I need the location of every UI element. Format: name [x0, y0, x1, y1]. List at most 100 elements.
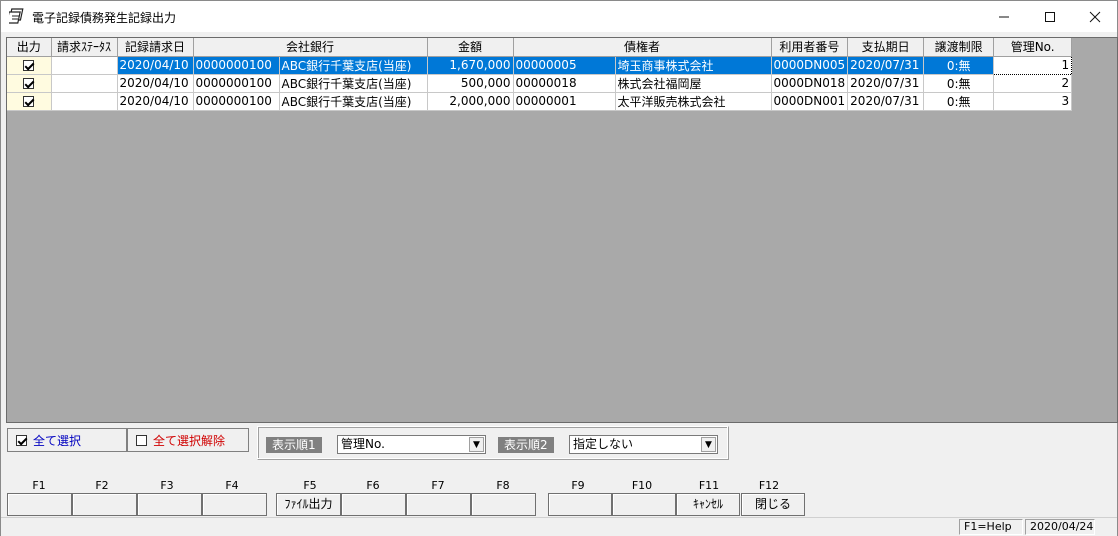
status-bar: F1=Help 2020/04/24	[1, 517, 1117, 536]
cell-amount: 1,670,000	[427, 56, 514, 75]
f7-button[interactable]	[406, 493, 471, 516]
cell-status	[51, 56, 118, 75]
fkey-label-f12: F12	[758, 479, 780, 492]
chevron-down-icon[interactable]: ▼	[701, 437, 716, 452]
cell-status	[51, 74, 118, 93]
cell-creditor-name: 太平洋販売株式会社	[615, 92, 772, 111]
fkey-label-f11: F11	[698, 479, 720, 492]
table-row[interactable]: 2020/04/10 0000000100 ABC銀行千葉支店(当座) 500,…	[7, 74, 1073, 93]
f12-close-button[interactable]: 閉じる	[741, 493, 805, 516]
cell-creditor-code: 00000018	[513, 74, 616, 93]
cell-due-date: 2020/07/31	[847, 56, 925, 75]
sort2-value: 指定しない	[573, 437, 634, 451]
status-date: 2020/04/24	[1025, 519, 1095, 535]
col-header-due-date[interactable]: 支払期日	[847, 38, 925, 57]
maximize-icon	[1045, 11, 1055, 22]
grid-header-row: 出力 請求ｽﾃｰﾀｽ 記録請求日 会社銀行 金額 債権者 利用者番号 支払期日 …	[7, 38, 1073, 57]
cell-due-date: 2020/07/31	[847, 74, 925, 93]
select-all-label: 全て選択	[33, 433, 82, 448]
cell-transfer: 0:無	[923, 92, 995, 111]
check-icon	[23, 78, 35, 89]
cell-user-no: 0000DN018	[771, 74, 849, 93]
chevron-down-icon[interactable]: ▼	[469, 437, 484, 452]
output-checkbox[interactable]	[7, 92, 52, 111]
fkey-label-f3: F3	[160, 479, 174, 492]
col-header-mgr-no[interactable]: 管理No.	[993, 38, 1073, 57]
fkey-label-f1: F1	[32, 479, 46, 492]
f3-button[interactable]	[137, 493, 202, 516]
close-button[interactable]	[1072, 1, 1118, 32]
table-row[interactable]: 2020/04/10 0000000100 ABC銀行千葉支店(当座) 1,67…	[7, 55, 1073, 75]
output-checkbox[interactable]	[7, 74, 52, 93]
cell-company-code: 0000000100	[193, 56, 280, 75]
col-header-date[interactable]: 記録請求日	[117, 38, 194, 57]
cell-amount: 2,000,000	[427, 92, 514, 111]
col-header-user-no[interactable]: 利用者番号	[771, 38, 849, 57]
cell-mgr-no: 3	[993, 92, 1073, 111]
cell-creditor-code: 00000001	[513, 92, 616, 111]
checkbox-empty-icon	[136, 434, 147, 446]
f6-button[interactable]	[341, 493, 406, 516]
sort1-value: 管理No.	[341, 437, 385, 451]
app-window: 電子記録債務発生記録出力 出力 請求ｽﾃｰﾀｽ 記録請求日 会社銀行 金額 債権…	[0, 0, 1118, 536]
cell-creditor-name: 埼玉商事株式会社	[615, 56, 772, 75]
records-table: 出力 請求ｽﾃｰﾀｽ 記録請求日 会社銀行 金額 債権者 利用者番号 支払期日 …	[7, 38, 1073, 111]
col-header-output[interactable]: 出力	[7, 38, 52, 57]
deselect-all-button[interactable]: 全て選択解除	[127, 428, 249, 452]
f11-cancel-button[interactable]: ｷｬﾝｾﾙ	[676, 493, 740, 516]
check-icon	[23, 96, 35, 107]
f8-button[interactable]	[471, 493, 536, 516]
f1-button[interactable]	[7, 493, 72, 516]
cell-date: 2020/04/10	[117, 74, 194, 93]
table-row[interactable]: 2020/04/10 0000000100 ABC銀行千葉支店(当座) 2,00…	[7, 92, 1073, 111]
sort1-select[interactable]: 管理No. ▼	[337, 435, 486, 454]
records-grid[interactable]: 出力 請求ｽﾃｰﾀｽ 記録請求日 会社銀行 金額 債権者 利用者番号 支払期日 …	[6, 37, 1118, 423]
f10-button[interactable]	[612, 493, 676, 516]
deselect-all-label: 全て選択解除	[153, 433, 226, 448]
fkey-label-f4: F4	[225, 479, 239, 492]
sort1-label: 表示順1	[266, 437, 322, 453]
title-bar: 電子記録債務発生記録出力	[1, 1, 1117, 32]
fkey-label-f2: F2	[95, 479, 109, 492]
cell-date: 2020/04/10	[117, 56, 194, 75]
cell-mgr-no: 2	[993, 74, 1073, 93]
cell-company-code: 0000000100	[193, 92, 280, 111]
app-icon	[6, 8, 27, 24]
cell-bank: ABC銀行千葉支店(当座)	[279, 74, 428, 93]
maximize-button[interactable]	[1027, 1, 1073, 32]
cell-user-no: 0000DN001	[771, 92, 849, 111]
f5-file-output-button[interactable]: ﾌｧｲﾙ出力	[276, 493, 341, 516]
cell-due-date: 2020/07/31	[847, 92, 925, 111]
f2-button[interactable]	[72, 493, 137, 516]
cell-bank: ABC銀行千葉支店(当座)	[279, 92, 428, 111]
cell-transfer: 0:無	[923, 56, 995, 75]
f4-button[interactable]	[202, 493, 267, 516]
col-header-amount[interactable]: 金額	[427, 38, 514, 57]
col-header-creditor[interactable]: 債権者	[513, 38, 772, 57]
check-icon	[23, 60, 35, 71]
window-title: 電子記録債務発生記録出力	[32, 11, 177, 25]
sort-options-group: 表示順1 管理No. ▼ 表示順2 指定しない ▼	[257, 426, 729, 460]
cell-creditor-name: 株式会社福岡屋	[615, 74, 772, 93]
fkey-label-f7: F7	[431, 479, 445, 492]
cell-bank: ABC銀行千葉支店(当座)	[279, 56, 428, 75]
minimize-button[interactable]	[981, 1, 1027, 32]
col-header-transfer[interactable]: 譲渡制限	[923, 38, 995, 57]
cell-status	[51, 92, 118, 111]
fkey-label-f5: F5	[303, 479, 317, 492]
fkey-label-f8: F8	[496, 479, 510, 492]
f9-button[interactable]	[548, 493, 612, 516]
col-header-bank[interactable]: 会社銀行	[193, 38, 428, 57]
sort2-label: 表示順2	[498, 437, 554, 453]
select-all-button[interactable]: 全て選択	[7, 428, 127, 452]
cell-creditor-code: 00000005	[513, 56, 616, 75]
close-icon	[1089, 11, 1101, 22]
cell-date: 2020/04/10	[117, 92, 194, 111]
output-checkbox[interactable]	[7, 56, 52, 75]
fkey-label-f9: F9	[571, 479, 585, 492]
control-panel: 全て選択 全て選択解除 表示順1 管理No. ▼ 表示順2 指定しない ▼	[5, 426, 1115, 462]
cell-user-no: 0000DN005	[771, 56, 849, 75]
cell-transfer: 0:無	[923, 74, 995, 93]
sort2-select[interactable]: 指定しない ▼	[569, 435, 718, 454]
col-header-status[interactable]: 請求ｽﾃｰﾀｽ	[51, 38, 118, 57]
